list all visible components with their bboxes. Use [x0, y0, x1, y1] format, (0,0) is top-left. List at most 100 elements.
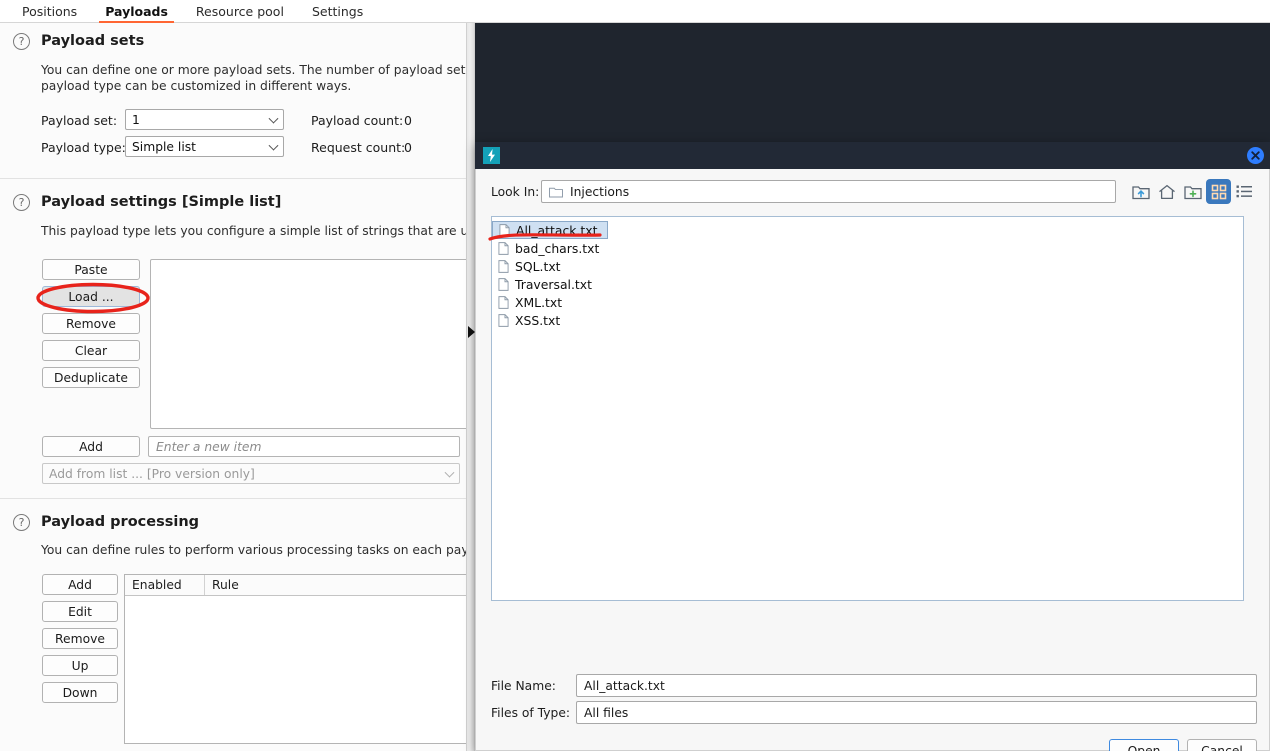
app-root: Positions Payloads Resource pool Setting…: [0, 0, 1270, 751]
list-item-label: Traversal.txt: [515, 276, 592, 292]
files-of-type-label: Files of Type:: [491, 706, 571, 720]
files-of-type-value: All files: [584, 705, 629, 720]
paste-button[interactable]: Paste: [42, 259, 140, 280]
remove-button-label: Remove: [66, 316, 116, 331]
payload-type-combo[interactable]: Simple list: [125, 136, 284, 157]
main-tab-bar: Positions Payloads Resource pool Setting…: [0, 0, 1270, 23]
help-icon[interactable]: ?: [13, 194, 30, 211]
deduplicate-button-label: Deduplicate: [54, 370, 128, 385]
help-icon[interactable]: ?: [13, 33, 30, 50]
list-item[interactable]: XSS.txt: [492, 311, 610, 329]
burp-lightning-icon: [483, 147, 500, 164]
chevron-down-icon: [268, 113, 279, 124]
tab-resource-pool-label: Resource pool: [195, 4, 284, 19]
open-button[interactable]: Open: [1109, 739, 1179, 751]
processing-remove-button[interactable]: Remove: [42, 628, 118, 649]
payload-processing-description: You can define rules to perform various …: [41, 543, 466, 557]
clear-button-label: Clear: [74, 343, 108, 358]
cancel-button-label: Cancel: [1201, 743, 1243, 751]
payload-processing-title: Payload processing: [41, 514, 200, 530]
paste-button-label: Paste: [74, 262, 108, 277]
payload-count-label: Payload count:: [311, 113, 404, 128]
folder-icon: [549, 187, 563, 197]
load-button-label: Load ...: [68, 289, 114, 304]
list-item[interactable]: bad_chars.txt: [492, 239, 610, 257]
deduplicate-button[interactable]: Deduplicate: [42, 367, 140, 388]
payload-set-combo[interactable]: 1: [125, 109, 284, 130]
file-name-input[interactable]: All_attack.txt: [576, 674, 1257, 697]
close-icon[interactable]: [1247, 147, 1264, 164]
tab-payloads[interactable]: Payloads: [91, 0, 182, 23]
new-item-input[interactable]: Enter a new item: [148, 436, 460, 457]
file-icon: [498, 241, 509, 255]
file-icon: [498, 277, 509, 291]
cancel-button[interactable]: Cancel: [1187, 739, 1257, 751]
processing-remove-label: Remove: [55, 631, 105, 646]
file-chooser-dialog: Look In: Injections All_attack.txt bad_c…: [475, 142, 1270, 751]
split-pane-divider[interactable]: [466, 23, 475, 751]
add-from-list-label: Add from list ... [Pro version only]: [49, 466, 255, 481]
home-icon[interactable]: [1154, 179, 1179, 204]
payload-type-label: Payload type:: [41, 140, 126, 155]
split-pane-collapse-arrow-icon[interactable]: [468, 326, 475, 338]
add-payload-button[interactable]: Add: [42, 436, 140, 457]
column-header-enabled[interactable]: Enabled: [125, 575, 205, 595]
tab-positions-label: Positions: [22, 4, 78, 19]
list-item[interactable]: XML.txt: [492, 293, 610, 311]
help-glyph: ?: [18, 35, 25, 48]
list-item[interactable]: SQL.txt: [492, 257, 610, 275]
file-icon: [498, 259, 509, 273]
dialog-body: Look In: Injections All_attack.txt bad_c…: [475, 169, 1270, 751]
processing-down-button[interactable]: Down: [42, 682, 118, 703]
load-button[interactable]: Load ...: [42, 286, 140, 307]
list-item-label: All_attack.txt: [516, 222, 598, 238]
processing-up-label: Up: [71, 658, 89, 673]
payload-sets-title: Payload sets: [41, 33, 145, 49]
payload-settings-title: Payload settings [Simple list]: [41, 194, 282, 210]
tab-settings-label: Settings: [311, 4, 364, 19]
list-view-icon[interactable]: [1232, 179, 1257, 204]
open-button-label: Open: [1127, 743, 1161, 751]
clear-button[interactable]: Clear: [42, 340, 140, 361]
request-count-value: 0: [404, 140, 412, 155]
add-from-list-combo: Add from list ... [Pro version only]: [42, 463, 460, 484]
dialog-title-bar: [475, 142, 1270, 169]
processing-add-label: Add: [68, 577, 92, 592]
new-folder-icon[interactable]: [1180, 179, 1205, 204]
file-name-value: All_attack.txt: [584, 678, 665, 693]
tab-settings[interactable]: Settings: [298, 0, 377, 23]
up-folder-icon[interactable]: [1128, 179, 1153, 204]
chevron-down-icon: [268, 140, 279, 151]
processing-up-button[interactable]: Up: [42, 655, 118, 676]
files-of-type-combo[interactable]: All files: [576, 701, 1257, 724]
help-glyph: ?: [18, 516, 25, 529]
remove-button[interactable]: Remove: [42, 313, 140, 334]
request-count-label: Request count:: [311, 140, 406, 155]
new-item-placeholder: Enter a new item: [156, 439, 262, 454]
add-payload-button-label: Add: [79, 439, 103, 454]
processing-edit-button[interactable]: Edit: [42, 601, 118, 622]
grid-view-icon[interactable]: [1206, 179, 1231, 204]
look-in-combo[interactable]: Injections: [541, 180, 1116, 203]
file-list[interactable]: All_attack.txt bad_chars.txt SQL.txt Tra…: [491, 216, 1244, 601]
help-icon[interactable]: ?: [13, 514, 30, 531]
processing-add-button[interactable]: Add: [42, 574, 118, 595]
payload-set-label: Payload set:: [41, 113, 118, 128]
processing-down-label: Down: [62, 685, 98, 700]
list-item-label: XSS.txt: [515, 312, 561, 328]
payload-count-value: 0: [404, 113, 412, 128]
list-item[interactable]: Traversal.txt: [492, 275, 610, 293]
file-icon: [498, 295, 509, 309]
list-item-label: bad_chars.txt: [515, 240, 600, 256]
help-glyph: ?: [18, 196, 25, 209]
chevron-down-icon: [444, 467, 455, 478]
tab-resource-pool[interactable]: Resource pool: [182, 0, 298, 23]
tab-positions[interactable]: Positions: [8, 0, 91, 23]
list-item-label: SQL.txt: [515, 258, 561, 274]
file-icon: [498, 313, 509, 327]
look-in-label: Look In:: [491, 185, 540, 199]
list-item-label: XML.txt: [515, 294, 563, 310]
file-name-label: File Name:: [491, 679, 556, 693]
list-item[interactable]: All_attack.txt: [492, 221, 608, 239]
payload-type-value: Simple list: [132, 139, 196, 154]
